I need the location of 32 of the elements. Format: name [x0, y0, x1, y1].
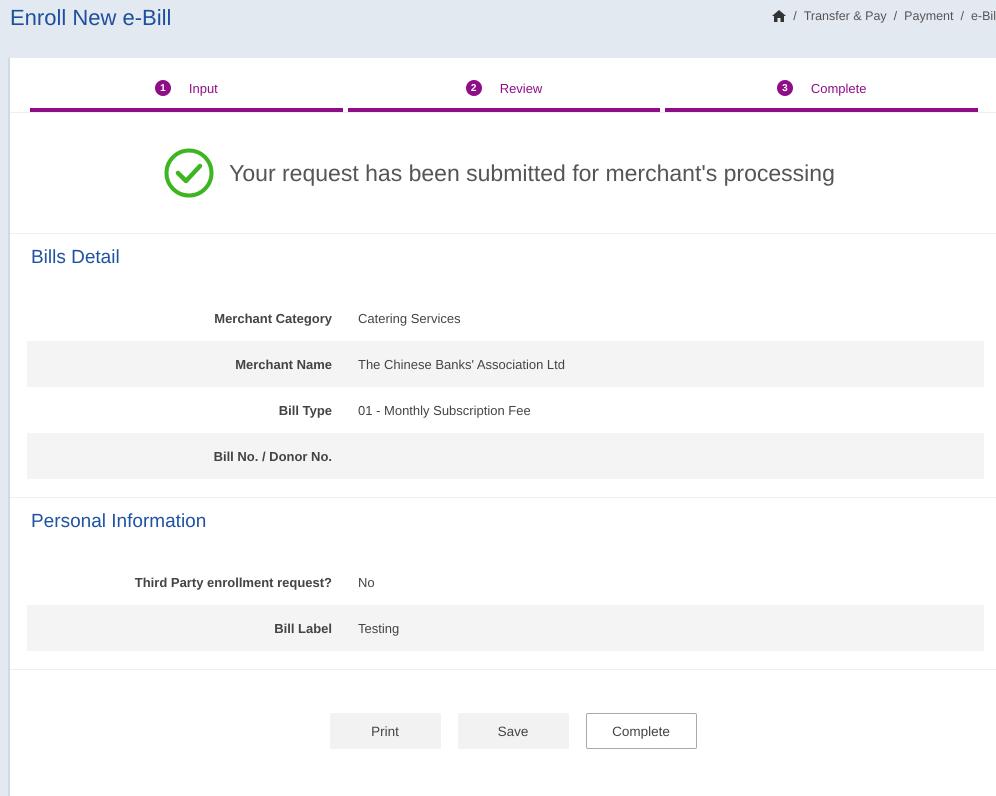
breadcrumb-separator: / [894, 9, 898, 23]
step-label: Complete [810, 80, 866, 96]
step-number: 2 [466, 80, 482, 96]
breadcrumb-link[interactable]: e-Bil [970, 9, 996, 23]
field-label: Bill No. / Donor No. [212, 448, 332, 464]
step-label: Review [500, 80, 542, 96]
step-number: 1 [154, 80, 171, 96]
success-message: Your request has been submitted for merchant's processing [229, 160, 835, 186]
home-icon[interactable] [772, 10, 786, 22]
field-value: The Chinese Banks' Association Ltd [358, 356, 565, 372]
breadcrumb-link[interactable]: Payment [904, 9, 954, 23]
action-button[interactable]: Complete [586, 713, 696, 749]
step-label: Input [188, 80, 218, 96]
field-label: Bill Type [278, 402, 332, 418]
field-value: Testing [358, 620, 400, 636]
section-title: Bills Detail [31, 247, 121, 269]
field-label: Bill Label [273, 620, 332, 636]
breadcrumb-separator: / [960, 9, 964, 23]
field-value: No [358, 574, 375, 590]
field-label: Merchant Name [234, 356, 332, 372]
step-number: 3 [776, 80, 793, 96]
action-button[interactable]: Save [458, 713, 568, 749]
field-label: Merchant Category [213, 310, 332, 326]
field-value: 01 - Monthly Subscription Fee [358, 402, 531, 418]
breadcrumb-link[interactable]: Transfer & Pay [804, 9, 887, 23]
action-button[interactable]: Print [330, 713, 440, 749]
breadcrumb-separator: / [793, 9, 797, 23]
page-title: Enroll New e-Bill [10, 5, 172, 31]
checkmark-icon [163, 147, 216, 199]
field-label: Third Party enrollment request? [134, 574, 332, 590]
section-title: Personal Information [31, 511, 208, 533]
field-value: Catering Services [358, 310, 461, 326]
